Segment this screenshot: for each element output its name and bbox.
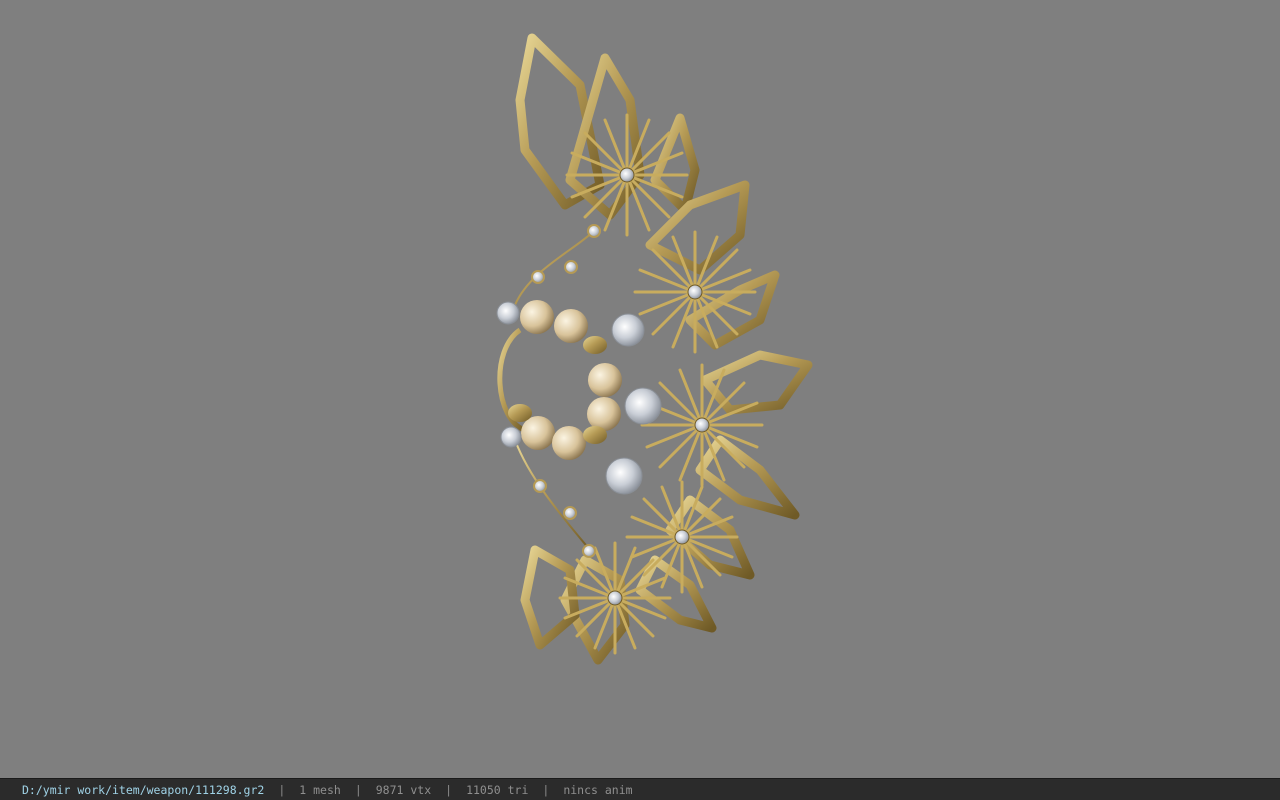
mesh-count: 1 mesh [299, 782, 341, 797]
leaf-petals [515, 33, 813, 665]
separator: | [445, 782, 453, 797]
animation-status: nincs anim [563, 782, 633, 797]
file-path: D:/ymir work/item/weapon/111298.gr2 [22, 782, 265, 797]
vertex-count: 9871 vtx [375, 782, 432, 797]
ring-band [497, 229, 596, 551]
3d-viewport[interactable] [0, 0, 1280, 778]
status-bar: D:/ymir work/item/weapon/111298.gr2 | 1 … [0, 778, 1280, 800]
separator: | [278, 782, 286, 797]
separator: | [354, 782, 362, 797]
separator: | [542, 782, 550, 797]
model-preview-ornament[interactable] [0, 0, 1280, 778]
petal-3 [650, 113, 700, 215]
chain-charms [531, 224, 601, 558]
triangle-count: 11050 tri [466, 782, 529, 797]
